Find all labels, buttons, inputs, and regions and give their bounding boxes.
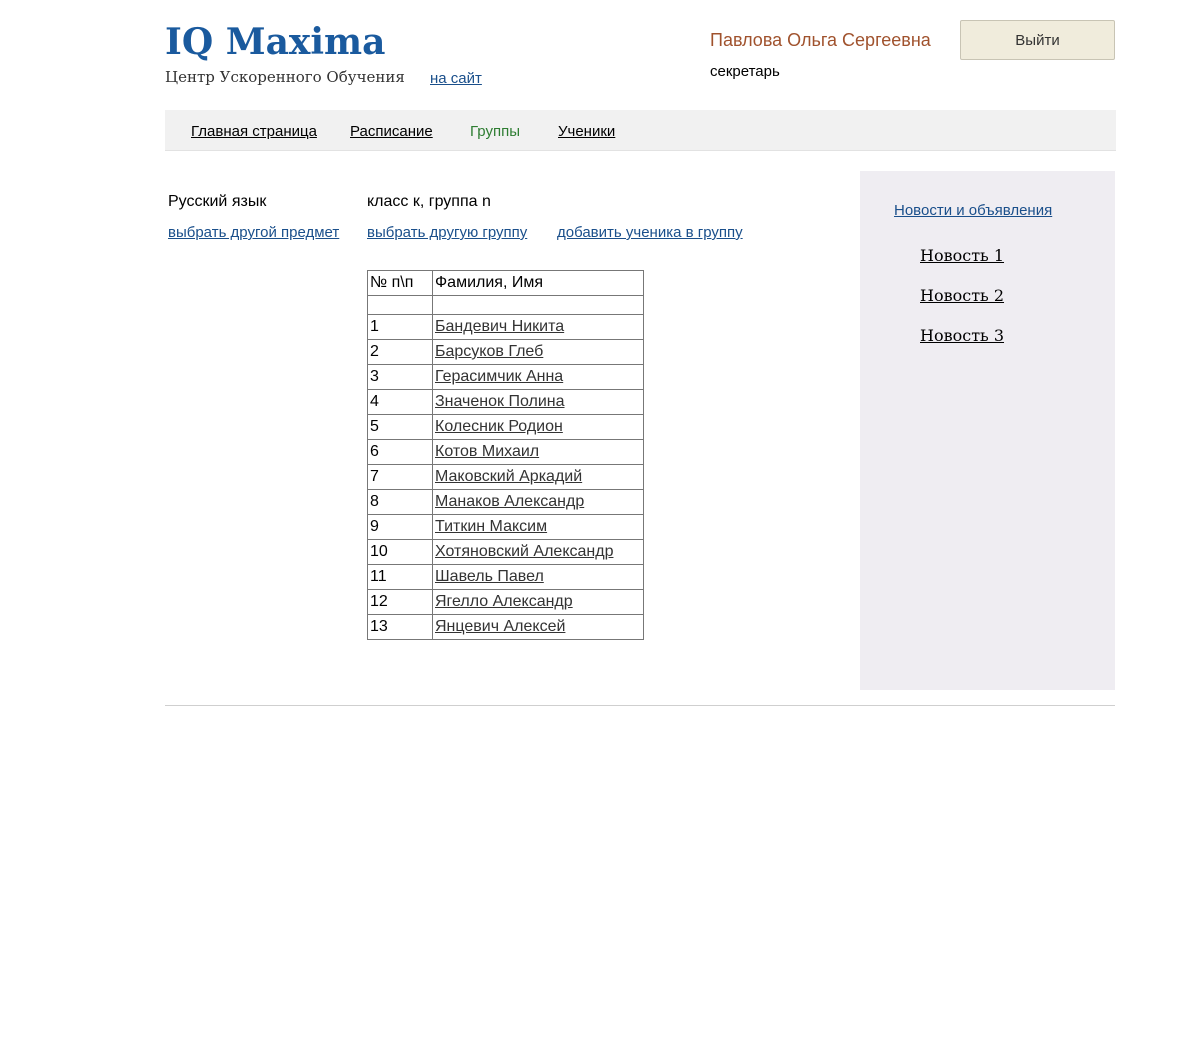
table-row: 13 Янцевич Алексей	[367, 614, 644, 640]
row-name-cell: Шавель Павел	[432, 564, 644, 590]
news-sidebar: Новости и объявления Новость 1 Новость 2…	[860, 171, 1115, 690]
column-header-name: Фамилия, Имя	[432, 270, 644, 296]
table-row: 10 Хотяновский Александр	[367, 539, 644, 565]
table-row: 1 Бандевич Никита	[367, 314, 644, 340]
tagline: Центр Ускоренного Обучения	[165, 68, 405, 86]
row-number: 4	[367, 389, 433, 415]
row-name-cell: Значенок Полина	[432, 389, 644, 415]
table-empty-row	[367, 295, 644, 315]
row-number: 3	[367, 364, 433, 390]
news-item-1[interactable]: Новость 1	[920, 246, 1004, 265]
subject-title: Русский язык	[168, 193, 267, 210]
table-row: 9 Титкин Максим	[367, 514, 644, 540]
student-link[interactable]: Хотяновский Александр	[435, 543, 613, 560]
footer-divider	[165, 705, 1115, 706]
row-name-cell: Герасимчик Анна	[432, 364, 644, 390]
add-student-link[interactable]: добавить ученика в группу	[557, 224, 743, 241]
nav-item-home[interactable]: Главная страница	[191, 123, 317, 140]
news-heading-link[interactable]: Новости и объявления	[894, 202, 1052, 219]
row-number: 10	[367, 539, 433, 565]
change-group-link[interactable]: выбрать другую группу	[367, 224, 527, 241]
student-link[interactable]: Шавель Павел	[435, 568, 544, 585]
row-number: 1	[367, 314, 433, 340]
row-number: 11	[367, 564, 433, 590]
news-item-3[interactable]: Новость 3	[920, 326, 1004, 345]
table-row: 4 Значенок Полина	[367, 389, 644, 415]
student-link[interactable]: Герасимчик Анна	[435, 368, 563, 385]
row-name-cell: Хотяновский Александр	[432, 539, 644, 565]
row-number: 13	[367, 614, 433, 640]
row-name-cell: Манаков Александр	[432, 489, 644, 515]
group-title: класс к, группа n	[367, 193, 491, 210]
logo: IQ Maxima	[165, 21, 386, 63]
row-name-cell: Титкин Максим	[432, 514, 644, 540]
row-name-cell: Колесник Родион	[432, 414, 644, 440]
row-number: 9	[367, 514, 433, 540]
student-link[interactable]: Барсуков Глеб	[435, 343, 543, 360]
row-name-cell: Ягелло Александр	[432, 589, 644, 615]
row-name-cell: Маковский Аркадий	[432, 464, 644, 490]
student-link[interactable]: Янцевич Алексей	[435, 618, 565, 635]
row-number: 12	[367, 589, 433, 615]
student-link[interactable]: Ягелло Александр	[435, 593, 573, 610]
table-row: 8 Манаков Александр	[367, 489, 644, 515]
nav-item-students[interactable]: Ученики	[558, 123, 615, 140]
change-subject-link[interactable]: выбрать другой предмет	[168, 224, 339, 241]
student-link[interactable]: Колесник Родион	[435, 418, 563, 435]
row-number: 8	[367, 489, 433, 515]
column-header-number: № п\п	[367, 270, 433, 296]
row-number: 7	[367, 464, 433, 490]
news-item-2[interactable]: Новость 2	[920, 286, 1004, 305]
student-link[interactable]: Маковский Аркадий	[435, 468, 582, 485]
student-link[interactable]: Значенок Полина	[435, 393, 565, 410]
table-header-row: № п\п Фамилия, Имя	[367, 270, 644, 296]
nav-item-schedule[interactable]: Расписание	[350, 123, 433, 140]
empty-cell	[432, 295, 644, 315]
user-name: Павлова Ольга Сергеевна	[710, 30, 931, 50]
students-table: № п\п Фамилия, Имя 1 Бандевич Никита 2 Барс…	[367, 270, 644, 640]
row-name-cell: Котов Михаил	[432, 439, 644, 465]
row-name-cell: Бандевич Никита	[432, 314, 644, 340]
logout-button[interactable]: Выйти	[960, 20, 1115, 60]
user-role: секретарь	[710, 63, 780, 80]
main-nav: Главная страница Расписание Группы Учени…	[165, 110, 1116, 151]
row-name-cell: Янцевич Алексей	[432, 614, 644, 640]
table-row: 7 Маковский Аркадий	[367, 464, 644, 490]
row-name-cell: Барсуков Глеб	[432, 339, 644, 365]
student-link[interactable]: Титкин Максим	[435, 518, 547, 535]
site-link[interactable]: на сайт	[430, 70, 482, 87]
table-row: 2 Барсуков Глеб	[367, 339, 644, 365]
nav-item-groups[interactable]: Группы	[470, 123, 520, 140]
table-row: 12 Ягелло Александр	[367, 589, 644, 615]
table-row: 5 Колесник Родион	[367, 414, 644, 440]
row-number: 2	[367, 339, 433, 365]
student-link[interactable]: Бандевич Никита	[435, 318, 564, 335]
table-row: 3 Герасимчик Анна	[367, 364, 644, 390]
row-number: 5	[367, 414, 433, 440]
row-number: 6	[367, 439, 433, 465]
student-link[interactable]: Манаков Александр	[435, 493, 584, 510]
table-row: 11 Шавель Павел	[367, 564, 644, 590]
empty-cell	[367, 295, 433, 315]
table-row: 6 Котов Михаил	[367, 439, 644, 465]
student-link[interactable]: Котов Михаил	[435, 443, 539, 460]
